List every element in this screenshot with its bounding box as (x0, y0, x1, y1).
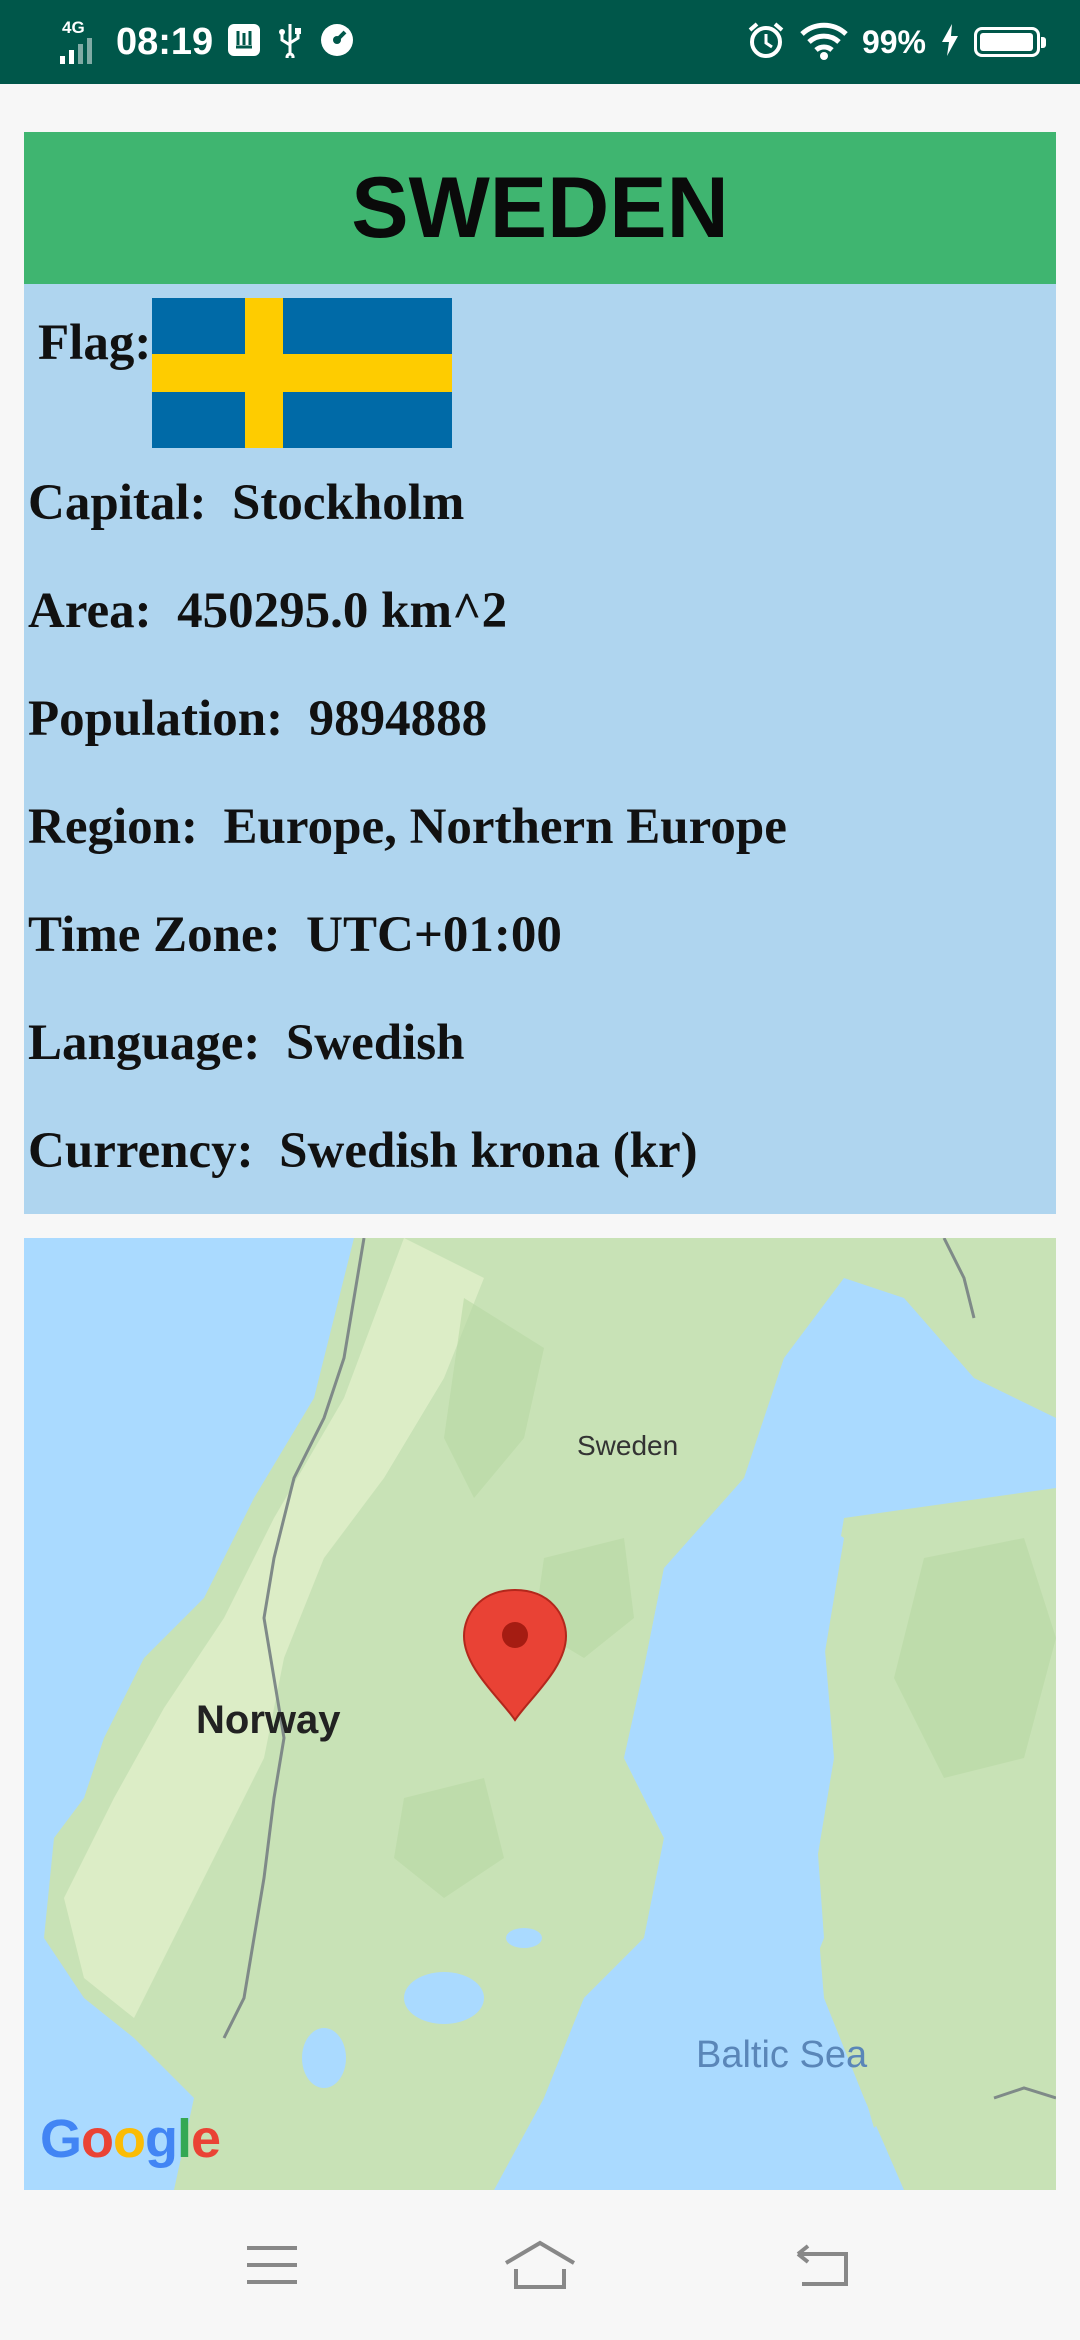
detail-label: Region: (28, 799, 198, 855)
detail-label: Capital: (28, 475, 207, 531)
map-view[interactable]: Sweden Norway Baltic Sea Google (24, 1238, 1056, 2190)
alarm-icon (746, 20, 786, 65)
network-type: 4G (62, 18, 85, 37)
detail-row-area: Area: 450295.0 km^2 (28, 582, 507, 640)
flag-label: Flag: (38, 315, 152, 371)
menu-icon (247, 2246, 297, 2284)
detail-label: Population: (28, 691, 284, 747)
detail-value: Swedish krona (kr) (279, 1123, 698, 1179)
map-label-norway: Norway (196, 1698, 341, 1742)
detail-value: 450295.0 km^2 (177, 583, 508, 639)
detail-value: Stockholm (232, 475, 465, 531)
detail-row-population: Population: 9894888 (28, 690, 487, 748)
detail-label: Time Zone: (28, 907, 281, 963)
status-time: 08:19 (116, 20, 214, 63)
country-details: Flag: Capital: Stockholm Area: 450295.0 … (24, 284, 1056, 1214)
cellular-signal-icon: 4G (56, 18, 102, 66)
country-name: SWEDEN (351, 159, 729, 256)
charging-icon (940, 23, 960, 62)
usb-debug-icon (227, 23, 261, 62)
detail-row-capital: Capital: Stockholm (28, 474, 464, 532)
back-button[interactable] (744, 2190, 904, 2340)
detail-value: Swedish (285, 1015, 465, 1071)
detail-value: 9894888 (308, 691, 488, 747)
home-icon (504, 2240, 576, 2289)
menu-button[interactable] (192, 2190, 352, 2340)
detail-label: Currency: (28, 1123, 254, 1179)
detail-row-region: Region: Europe, Northern Europe (28, 798, 787, 856)
flag-image (152, 298, 452, 448)
wifi-icon (800, 20, 848, 65)
navigation-bar (0, 2190, 1080, 2340)
status-bar: 4G 08:19 99% (0, 0, 1080, 84)
detail-value: Europe, Northern Europe (223, 799, 787, 855)
detail-value: UTC+01:00 (306, 907, 562, 963)
map-terrain (44, 1238, 1056, 2190)
battery-icon (974, 27, 1046, 57)
detail-row-language: Language: Swedish (28, 1014, 464, 1072)
map-label-baltic-sea: Baltic Sea (696, 2034, 868, 2076)
battery-percent: 99% (861, 23, 926, 60)
detail-row-timezone: Time Zone: UTC+01:00 (28, 906, 562, 964)
detail-label: Language: (28, 1015, 261, 1071)
detail-row-currency: Currency: Swedish krona (kr) (28, 1122, 698, 1180)
data-saver-icon (319, 22, 355, 63)
google-logo: Google (40, 2109, 221, 2169)
country-header: SWEDEN (24, 132, 1056, 284)
home-button[interactable] (460, 2190, 620, 2340)
usb-icon (275, 22, 305, 63)
back-icon (796, 2244, 848, 2286)
detail-label: Area: (28, 583, 152, 639)
map-label-sweden: Sweden (577, 1430, 679, 1461)
